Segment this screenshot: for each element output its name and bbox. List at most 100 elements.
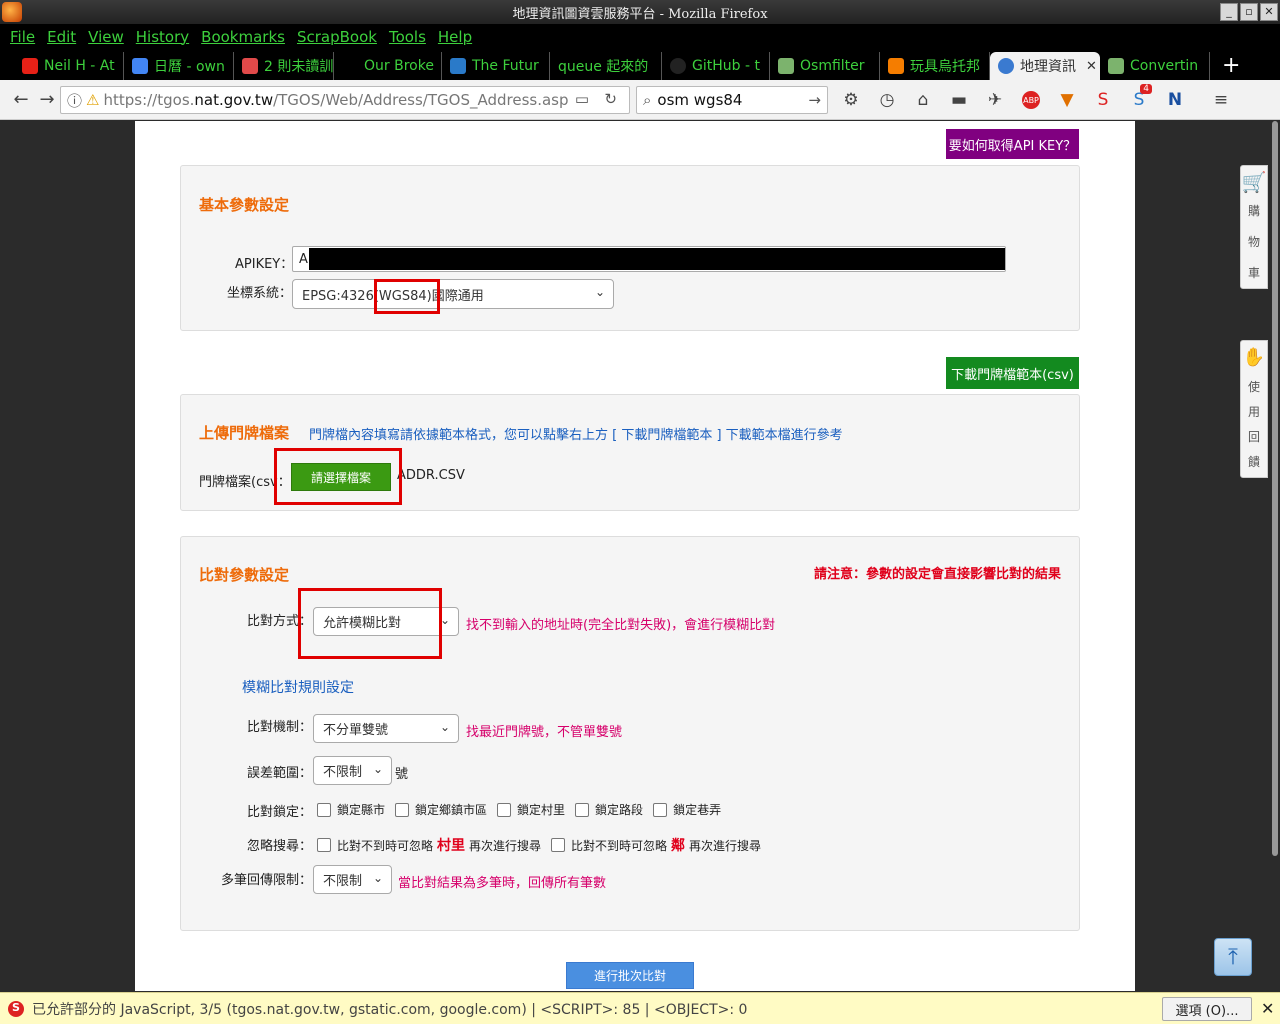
menu-history[interactable]: History	[134, 28, 199, 46]
api-key-help-button[interactable]: 要如何取得API KEY？	[946, 129, 1079, 159]
lock-village[interactable]: 鎖定村里	[497, 801, 565, 818]
info-icon[interactable]: ⓘ	[67, 90, 82, 111]
window-title: 地理資訊圖資雲服務平台 - Mozilla Firefox	[512, 6, 768, 22]
multi-return-value: 不限制	[323, 874, 363, 889]
maximize-button[interactable]: ▫	[1240, 3, 1258, 21]
close-icon[interactable]: ✕	[1261, 999, 1274, 1018]
lock-township[interactable]: 鎖定鄉鎮市區	[395, 801, 487, 818]
back-to-top-icon[interactable]: ⤒	[1214, 938, 1252, 976]
lock-road[interactable]: 鎖定路段	[575, 801, 643, 818]
match-mode-note: 找不到輸入的地址時(完全比對失敗)，會進行模糊比對	[466, 618, 776, 633]
menu-scrapbook[interactable]: ScrapBook	[295, 28, 387, 46]
lock-road-checkbox[interactable]	[575, 802, 590, 817]
shield-extension-icon[interactable]: ▼	[1054, 88, 1080, 112]
search-input[interactable]: osm wgs84	[657, 91, 742, 109]
chevron-down-icon: ⌄	[372, 762, 383, 776]
crs-select[interactable]: EPSG:4326(WGS84)國際通用 ⌄	[292, 279, 614, 309]
lock-lane-checkbox[interactable]	[653, 802, 668, 817]
warning-lock-icon[interactable]: ⚠	[86, 91, 99, 109]
search-go-icon[interactable]: →	[808, 91, 821, 109]
minimize-button[interactable]: _	[1220, 3, 1238, 21]
ignore-neighborhood-pre: 比對不到時可忽略	[571, 838, 668, 853]
extension-icon[interactable]: ✈	[982, 88, 1008, 112]
lock-county-checkbox[interactable]	[317, 802, 331, 817]
tab-converting[interactable]: Convertin	[1100, 52, 1210, 80]
reader-view-icon[interactable]: ▭	[575, 90, 589, 108]
back-arrow-icon[interactable]: ←	[8, 87, 34, 113]
lock-label: 比對鎖定：	[247, 805, 313, 820]
ignore-neighborhood-checkbox[interactable]	[551, 838, 566, 852]
ignore-village-post: 再次進行搜尋	[469, 838, 542, 853]
osm-icon	[778, 58, 794, 74]
range-select[interactable]: 不限制 ⌄	[313, 756, 392, 785]
tab-our-broke[interactable]: Our Broke	[334, 52, 442, 80]
menu-tools[interactable]: Tools	[387, 28, 436, 46]
page-scrollbar[interactable]	[1271, 121, 1279, 991]
home-icon[interactable]: ⌂	[910, 88, 936, 112]
multi-return-select[interactable]: 不限制 ⌄	[313, 865, 392, 894]
search-bar[interactable]: ⌕ osm wgs84 →	[636, 86, 828, 114]
folder-icon[interactable]: ▬	[946, 88, 972, 112]
cart-icon: 🛒	[1241, 170, 1267, 194]
adblock-icon[interactable]: ABP	[1018, 88, 1044, 112]
notification-badge: 4	[1140, 84, 1152, 94]
ignore-village[interactable]: 比對不到時可忽略 村里 再次進行搜尋	[317, 835, 541, 855]
download-template-button[interactable]: 下載門牌檔範本(csv)	[946, 357, 1079, 389]
options-button[interactable]: 選項 (O)...	[1162, 997, 1252, 1021]
shopping-cart-widget[interactable]: 🛒 購 物 車	[1240, 165, 1268, 289]
lock-village-checkbox[interactable]	[497, 802, 512, 817]
selected-file-name: ADDR.CSV	[397, 468, 465, 483]
forward-arrow-icon[interactable]: →	[34, 87, 60, 113]
menu-file[interactable]: File	[8, 28, 45, 46]
close-tab-icon[interactable]: ✕	[1086, 59, 1097, 74]
close-window-button[interactable]: ✕	[1260, 3, 1278, 21]
firefox-icon[interactable]	[2, 2, 22, 22]
reload-icon[interactable]: ↻	[604, 90, 617, 108]
mechanism-select[interactable]: 不分單雙號 ⌄	[313, 714, 459, 743]
url-bar[interactable]: ⓘ ⚠ https://tgos.nat.gov.tw/TGOS/Web/Add…	[60, 86, 630, 114]
tab-neil[interactable]: Neil H - At	[14, 52, 124, 80]
ignore-options: 比對不到時可忽略 村里 再次進行搜尋 比對不到時可忽略鄰再次進行搜尋	[317, 835, 771, 855]
noscript-icon[interactable]: S	[1090, 88, 1116, 112]
tab-label: 玩具烏托邦	[910, 59, 980, 75]
n-extension-icon[interactable]: N	[1162, 88, 1188, 112]
tab-toy[interactable]: 玩具烏托邦	[880, 52, 990, 80]
p-icon	[242, 58, 258, 74]
tab-queue[interactable]: queue 起來的	[550, 52, 662, 80]
feedback-widget[interactable]: ✋ 使 用 回 饋	[1240, 340, 1268, 478]
history-clock-icon[interactable]: ◷	[874, 88, 900, 112]
tab-calendar[interactable]: 日曆 - own	[124, 52, 234, 80]
tab-unread[interactable]: 2 則未讀訓	[234, 52, 334, 80]
hamburger-menu-icon[interactable]: ≡	[1208, 88, 1234, 112]
toolbar-icons: ⚙ ◷ ⌂ ▬ ✈ ABP ▼ S S4 N ≡	[838, 84, 1234, 112]
menu-view[interactable]: View	[86, 28, 134, 46]
tab-osmfilter[interactable]: Osmfilter	[770, 52, 880, 80]
lock-township-label: 鎖定鄉鎮市區	[415, 803, 488, 817]
cart-char-1: 購	[1247, 204, 1260, 218]
menu-help[interactable]: Help	[436, 28, 482, 46]
basic-settings-title: 基本參數設定	[199, 196, 290, 214]
new-tab-button[interactable]: +	[1222, 52, 1240, 80]
menu-edit[interactable]: Edit	[45, 28, 86, 46]
tab-label: Convertin	[1130, 58, 1199, 74]
tab-tgos-active[interactable]: 地理資訊 ✕	[990, 52, 1100, 80]
youtube-icon	[22, 58, 38, 74]
gear-icon[interactable]: ⚙	[838, 88, 864, 112]
chevron-down-icon: ⌄	[439, 720, 450, 734]
batch-match-button[interactable]: 進行批次比對	[566, 962, 694, 989]
tab-label: 日曆 - own	[154, 59, 225, 75]
ignore-village-checkbox[interactable]	[317, 838, 331, 852]
scrollbar-thumb[interactable]	[1272, 121, 1278, 856]
menu-bookmarks[interactable]: Bookmarks	[199, 28, 295, 46]
mechanism-value: 不分單雙號	[323, 723, 389, 738]
ignore-neighborhood[interactable]: 比對不到時可忽略鄰再次進行搜尋	[551, 835, 761, 855]
lock-township-checkbox[interactable]	[395, 802, 410, 817]
lock-lane[interactable]: 鎖定巷弄	[653, 801, 721, 818]
tab-the-future[interactable]: The Futur	[442, 52, 550, 80]
lock-county[interactable]: 鎖定縣市	[317, 801, 385, 818]
skype-icon[interactable]: S4	[1126, 84, 1152, 112]
lock-road-label: 鎖定路段	[595, 803, 644, 817]
noscript-notification-bar: 已允許部分的 JavaScript, 3/5 (tgos.nat.gov.tw,…	[0, 992, 1280, 1024]
feedback-char-4: 饋	[1247, 455, 1260, 469]
tab-github[interactable]: GitHub - t	[662, 52, 770, 80]
